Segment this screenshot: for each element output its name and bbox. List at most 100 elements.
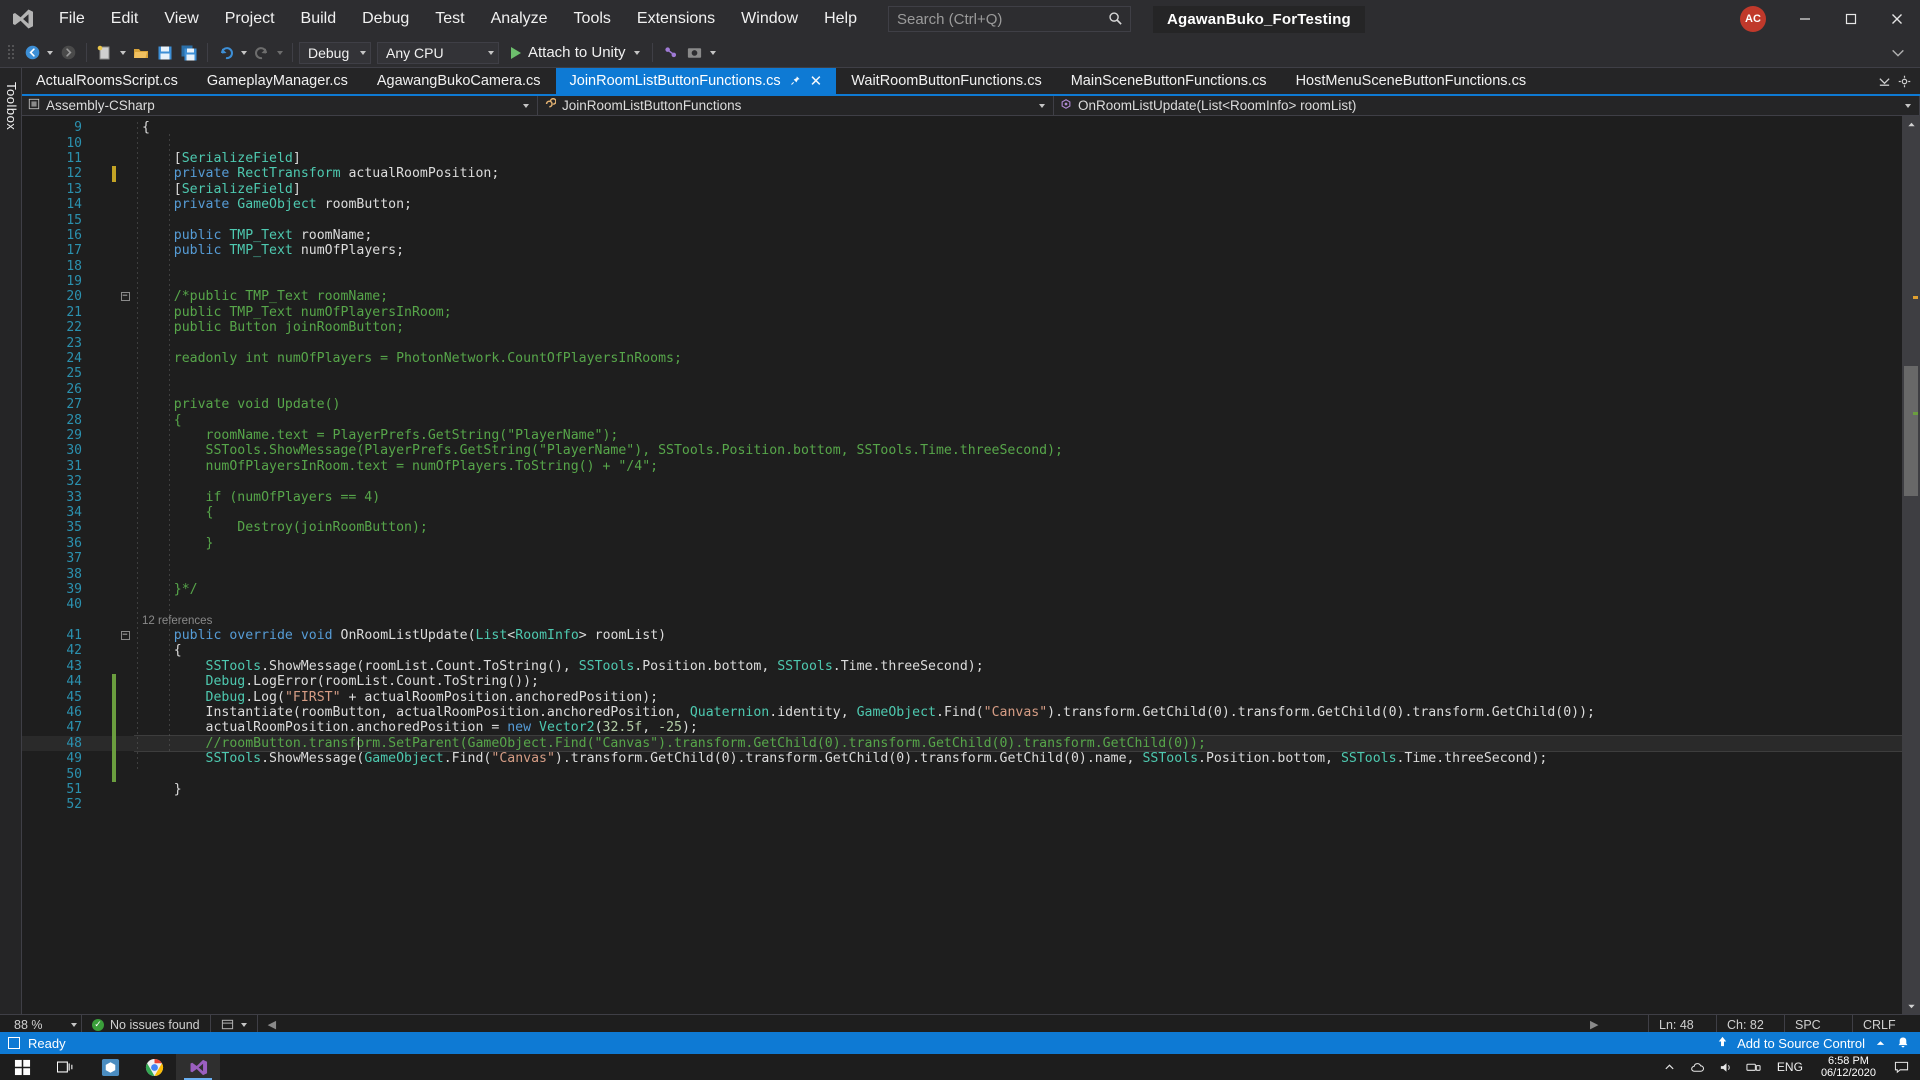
code-line[interactable]: 15: [22, 212, 1902, 228]
maximize-button[interactable]: [1828, 0, 1874, 38]
live-share-button[interactable]: [659, 41, 683, 65]
search-box[interactable]: [887, 6, 1131, 32]
code-line[interactable]: 52: [22, 797, 1902, 812]
code-line[interactable]: 25: [22, 366, 1902, 381]
code-line[interactable]: 39 }*/: [22, 582, 1902, 597]
code-line[interactable]: 20 − /*public TMP_Text roomName;: [22, 289, 1902, 304]
code-line[interactable]: 43 SSTools.ShowMessage(roomList.Count.To…: [22, 659, 1902, 674]
code-line[interactable]: 50: [22, 766, 1902, 782]
attach-to-unity-button[interactable]: Attach to Unity: [505, 41, 646, 65]
tab-host-menu-scene-button-functions[interactable]: HostMenuSceneButtonFunctions.cs: [1281, 68, 1542, 94]
code-line[interactable]: 45 Debug.Log("FIRST" + actualRoomPositio…: [22, 689, 1902, 705]
chevron-up-icon[interactable]: [1657, 1054, 1683, 1080]
new-item-dropdown[interactable]: [117, 41, 129, 65]
close-button[interactable]: [1874, 0, 1920, 38]
undo-button[interactable]: [214, 41, 238, 65]
code-line[interactable]: 41 − public override void OnRoomListUpdat…: [22, 628, 1902, 643]
code-line[interactable]: 49 SSTools.ShowMessage(GameObject.Find("…: [22, 751, 1902, 767]
code-line[interactable]: 29 roomName.text = PlayerPrefs.GetString…: [22, 428, 1902, 443]
code-line[interactable]: 38: [22, 566, 1902, 582]
open-file-button[interactable]: [129, 41, 153, 65]
tab-main-scene-button-functions[interactable]: MainSceneButtonFunctions.cs: [1056, 68, 1282, 94]
code-line[interactable]: 26: [22, 382, 1902, 397]
code-line[interactable]: 28 {: [22, 412, 1902, 428]
menu-edit[interactable]: Edit: [98, 0, 152, 38]
tab-wait-room-button-functions[interactable]: WaitRoomButtonFunctions.cs: [837, 68, 1057, 94]
new-item-button[interactable]: [93, 41, 117, 65]
editor-vertical-scrollbar[interactable]: [1902, 116, 1920, 1014]
code-line[interactable]: 33 if (numOfPlayers == 4): [22, 489, 1902, 505]
taskbar-app-visual-studio[interactable]: [176, 1054, 220, 1080]
close-icon[interactable]: ✕: [810, 72, 823, 90]
code-line[interactable]: 12 private RectTransform actualRoomPosit…: [22, 166, 1902, 182]
redo-button[interactable]: [250, 41, 274, 65]
source-control-dropdown[interactable]: [1875, 1038, 1886, 1049]
save-button[interactable]: [153, 41, 177, 65]
menu-build[interactable]: Build: [288, 0, 350, 38]
pin-icon[interactable]: [790, 74, 801, 89]
code-line[interactable]: 16 public TMP_Text roomName;: [22, 228, 1902, 243]
code-line[interactable]: 44 Debug.LogError(roomList.Count.ToStrin…: [22, 674, 1902, 690]
menu-test[interactable]: Test: [422, 0, 477, 38]
toolbox-rail[interactable]: Toolbox: [0, 68, 22, 1020]
windows-start-icon[interactable]: [0, 1054, 44, 1080]
code-line[interactable]: 22 public Button joinRoomButton;: [22, 320, 1902, 335]
menu-analyze[interactable]: Analyze: [478, 0, 561, 38]
navigate-back-button[interactable]: [20, 41, 44, 65]
undo-dropdown[interactable]: [238, 41, 250, 65]
scroll-down-button[interactable]: [1902, 998, 1920, 1014]
notifications-bell-icon[interactable]: [1896, 1036, 1910, 1050]
tab-join-room-list-button-functions[interactable]: JoinRoomListButtonFunctions.cs ✕: [555, 68, 838, 94]
menu-file[interactable]: File: [46, 0, 98, 38]
toolbar-grip[interactable]: [6, 43, 16, 63]
minimize-button[interactable]: [1782, 0, 1828, 38]
tab-agawang-buko-camera[interactable]: AgawangBukoCamera.cs: [362, 68, 556, 94]
add-to-source-control-button[interactable]: Add to Source Control: [1716, 1035, 1865, 1051]
code-line[interactable]: 12 references: [22, 613, 1902, 628]
code-lens-references[interactable]: 12 references: [142, 615, 212, 627]
code-line[interactable]: 27 private void Update(): [22, 397, 1902, 412]
code-line[interactable]: 51 }: [22, 782, 1902, 797]
tab-actual-rooms-script[interactable]: ActualRoomsScript.cs: [22, 68, 193, 94]
solution-configuration-combo[interactable]: Debug: [299, 41, 371, 64]
code-line[interactable]: 19: [22, 274, 1902, 289]
screenshot-button[interactable]: [683, 41, 707, 65]
taskbar-app-chrome[interactable]: [132, 1054, 176, 1080]
toolbar-expand-button[interactable]: [1886, 41, 1910, 65]
menu-project[interactable]: Project: [212, 0, 288, 38]
cloud-icon[interactable]: [1685, 1054, 1711, 1080]
code-line[interactable]: 21 public TMP_Text numOfPlayersInRoom;: [22, 305, 1902, 320]
tab-settings-gear-icon[interactable]: [1894, 68, 1914, 94]
search-input[interactable]: [896, 10, 1097, 28]
toolbox-label[interactable]: Toolbox: [4, 82, 19, 130]
tab-overflow-icon[interactable]: [1874, 68, 1894, 94]
code-line[interactable]: 10: [22, 135, 1902, 151]
solution-platform-combo[interactable]: Any CPU: [377, 41, 499, 64]
code-line[interactable]: 37: [22, 551, 1902, 566]
redo-dropdown[interactable]: [274, 41, 286, 65]
language-indicator[interactable]: ENG: [1769, 1060, 1811, 1074]
fold-toggle[interactable]: −: [116, 292, 134, 302]
task-view-icon[interactable]: [44, 1054, 88, 1080]
code-editor[interactable]: 9{10 11 [SerializeField] 12 private RectTr…: [22, 116, 1920, 1014]
code-line[interactable]: 35 Destroy(joinRoomButton);: [22, 520, 1902, 535]
code-line[interactable]: 32: [22, 474, 1902, 489]
taskbar-clock[interactable]: 6:58 PM 06/12/2020: [1813, 1054, 1884, 1080]
project-dropdown[interactable]: Assembly-CSharp: [22, 96, 538, 115]
save-all-button[interactable]: [177, 41, 201, 65]
code-line[interactable]: 30 SSTools.ShowMessage(PlayerPrefs.GetSt…: [22, 443, 1902, 458]
menu-window[interactable]: Window: [728, 0, 811, 38]
scrollbar-thumb[interactable]: [1904, 366, 1918, 496]
code-line[interactable]: 24 readonly int numOfPlayers = PhotonNet…: [22, 351, 1902, 366]
code-line[interactable]: 31 numOfPlayersInRoom.text = numOfPlayer…: [22, 459, 1902, 474]
code-line[interactable]: 46 Instantiate(roomButton, actualRoomPos…: [22, 704, 1902, 721]
code-line[interactable]: 11 [SerializeField]: [22, 151, 1902, 166]
scroll-up-button[interactable]: [1902, 116, 1920, 132]
menu-extensions[interactable]: Extensions: [624, 0, 728, 38]
member-dropdown[interactable]: OnRoomListUpdate(List<RoomInfo> roomList…: [1054, 96, 1920, 115]
code-line[interactable]: 23: [22, 335, 1902, 351]
user-avatar[interactable]: AC: [1740, 6, 1766, 32]
menu-tools[interactable]: Tools: [561, 0, 624, 38]
menu-help[interactable]: Help: [811, 0, 870, 38]
menu-view[interactable]: View: [151, 0, 211, 38]
